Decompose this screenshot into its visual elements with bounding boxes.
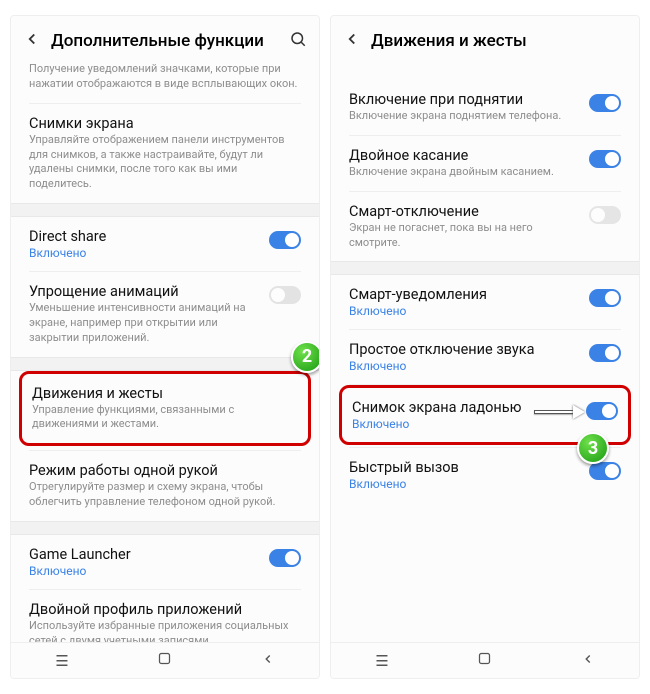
smart-stay-item[interactable]: Смарт-отключение Экран не погаснет, пока… [331,192,639,262]
section-divider [331,261,639,275]
toggle-switch[interactable] [586,402,618,420]
recents-icon[interactable]: ☰ [55,652,68,670]
item-title: Быстрый вызов [349,459,583,476]
toggle-switch[interactable] [589,462,621,480]
item-title: Двойное касание [349,147,583,164]
item-desc: Включение экрана двойным касанием. [349,165,583,180]
back-icon[interactable] [23,30,41,52]
section-divider [11,357,319,371]
lift-to-wake-item[interactable]: Включение при поднятии Включение экрана … [331,80,639,135]
game-launcher-item[interactable]: Game Launcher Включено [11,535,319,589]
item-title: Двойной профиль приложений [29,601,301,618]
left-screen: Дополнительные функции Получение уведомл… [10,15,320,679]
nav-bar: ☰ [331,642,639,678]
direct-share-item[interactable]: Direct share Включено [11,217,319,271]
item-desc: Управление функциями, связанными с движе… [32,403,298,433]
page-title: Движения и жесты [371,31,627,51]
item-status: Включено [352,417,580,431]
item-status: Включено [29,564,263,578]
back-nav-icon[interactable] [261,652,275,670]
step-marker-3: 3 [577,432,609,464]
item-desc: Включение экрана поднятием телефона. [349,109,583,124]
search-icon[interactable] [289,30,307,52]
item-title: Direct share [29,228,263,245]
toggle-switch[interactable] [269,549,301,567]
toggle-switch[interactable] [589,289,621,307]
item-status: Включено [349,477,583,491]
intro-desc: Получение уведомлений значками, которые … [29,62,301,92]
double-tap-item[interactable]: Двойное касание Включение экрана двойным… [331,136,639,191]
item-desc: Отрегулируйте размер и схему экрана, что… [29,480,301,510]
reduce-animations-item[interactable]: Упрощение анимаций Уменьшение интенсивно… [11,272,319,357]
item-title: Режим работы одной рукой [29,462,301,479]
item-title: Упрощение анимаций [29,283,263,300]
nav-bar: ☰ [11,642,319,678]
easy-mute-item[interactable]: Простое отключение звука Включено [331,330,639,384]
dual-messenger-item[interactable]: Двойной профиль приложений Используйте и… [11,590,319,642]
step-marker-2: 2 [291,341,319,373]
item-status: Включено [349,359,583,373]
recents-icon[interactable]: ☰ [375,652,388,670]
item-title: Движения и жесты [32,385,298,402]
item-desc: Используйте избранные приложения социаль… [29,619,301,642]
highlight-motions: Движения и жесты Управление функциями, с… [19,371,311,447]
item-title: Game Launcher [29,546,263,563]
item-title: Смарт-уведомления [349,286,583,303]
settings-list: Получение уведомлений значками, которые … [11,62,319,642]
toggle-switch[interactable] [589,94,621,112]
section-divider [11,203,319,217]
one-hand-item[interactable]: Режим работы одной рукой Отрегулируйте р… [11,451,319,521]
header: Движения и жесты [331,16,639,62]
settings-list: Включение при поднятии Включение экрана … [331,62,639,642]
intro-desc-item: Получение уведомлений значками, которые … [11,62,319,103]
page-title: Дополнительные функции [51,31,289,51]
back-icon[interactable] [343,30,361,52]
item-status: Включено [349,304,583,318]
toggle-switch[interactable] [589,344,621,362]
arrow-indicator [534,410,574,414]
item-title: Простое отключение звука [349,341,583,358]
back-nav-icon[interactable] [581,652,595,670]
item-desc: Экран не погаснет, пока вы на него смотр… [349,221,583,251]
toggle-switch[interactable] [269,286,301,304]
item-status: Включено [29,246,263,260]
item-title: Снимки экрана [29,115,301,132]
right-screen: Движения и жесты Включение при поднятии … [330,15,640,679]
motions-gestures-item[interactable]: Движения и жесты Управление функциями, с… [22,374,308,444]
item-title: Включение при поднятии [349,91,583,108]
item-desc: Управляйте отображением панели инструмен… [29,133,301,192]
toggle-switch[interactable] [589,150,621,168]
item-title: Смарт-отключение [349,203,583,220]
toggle-switch[interactable] [589,206,621,224]
direct-call-item[interactable]: Быстрый вызов Включено 3 [331,448,639,502]
header: Дополнительные функции [11,16,319,62]
screenshots-item[interactable]: Снимки экрана Управляйте отображением па… [11,104,319,203]
home-icon[interactable] [157,651,172,670]
section-divider [11,521,319,535]
smart-alert-item[interactable]: Смарт-уведомления Включено [331,275,639,329]
toggle-switch[interactable] [269,231,301,249]
home-icon[interactable] [477,651,492,670]
item-desc: Уменьшение интенсивности анимаций на экр… [29,301,263,346]
